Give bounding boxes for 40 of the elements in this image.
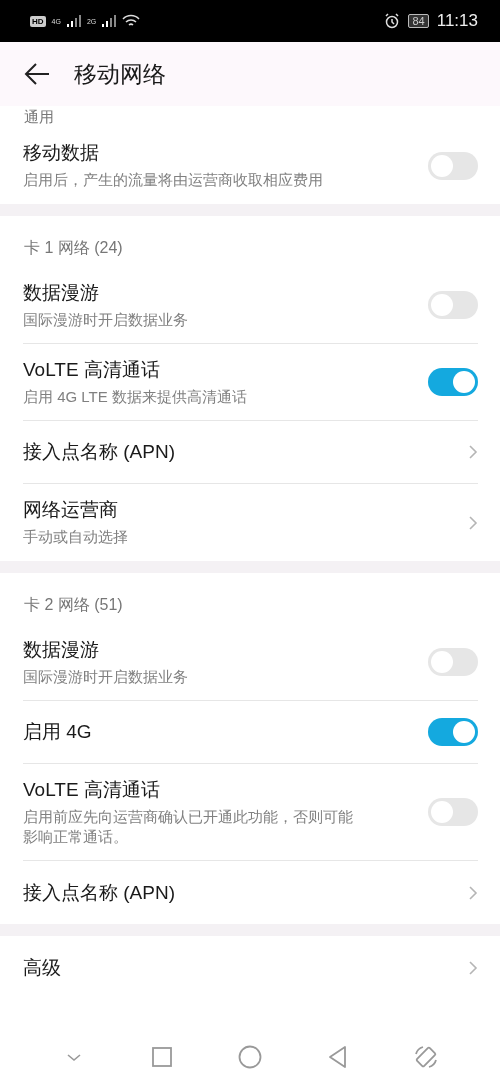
setting-description: 启用前应先向运营商确认已开通此功能，否则可能影响正常通话。	[23, 806, 354, 847]
setting-title[interactable]: 接入点名称 (APN)	[23, 439, 398, 465]
setting-title[interactable]: 数据漫游	[23, 279, 358, 306]
page-title: 移动网络	[74, 59, 166, 89]
section-header: 卡 2 网络 (51)	[23, 595, 124, 615]
setting-title[interactable]: 网络运营商	[23, 497, 398, 524]
battery-level: 84	[408, 14, 429, 28]
setting-title[interactable]: 数据漫游	[23, 636, 358, 663]
setting-description: 国际漫游时开启数据业务	[23, 309, 189, 330]
setting-title[interactable]: 接入点名称 (APN)	[23, 879, 398, 906]
setting-title[interactable]: 移动数据	[23, 140, 358, 167]
toggle-switch[interactable]	[428, 648, 478, 676]
rotate-icon[interactable]	[413, 1043, 439, 1070]
home-icon[interactable]	[237, 1043, 263, 1070]
toggle-switch[interactable]	[428, 368, 478, 396]
section-header: 卡 1 网络 (24)	[23, 238, 124, 258]
wifi-icon	[122, 14, 141, 28]
setting-description: 手动或自动选择	[23, 527, 129, 548]
toggle-switch[interactable]	[428, 291, 478, 319]
setting-title[interactable]: 高级	[23, 954, 398, 981]
toggle-switch[interactable]	[428, 718, 478, 746]
clock: 11:13	[436, 11, 478, 31]
alarm-icon	[384, 13, 401, 29]
hd-indicator: HD	[30, 15, 46, 27]
toggle-switch[interactable]	[428, 151, 478, 180]
back-icon[interactable]	[24, 61, 50, 87]
toggle-switch[interactable]	[428, 798, 478, 826]
setting-description: 国际漫游时开启数据业务	[23, 666, 189, 687]
chevron-right-icon	[468, 959, 478, 976]
chevron-right-icon	[468, 444, 478, 460]
setting-title[interactable]: VoLTE 高清通话	[23, 776, 358, 803]
section-header: 通用	[23, 107, 55, 127]
setting-title[interactable]: 启用 4G	[23, 719, 358, 745]
setting-description: 启用 4G LTE 数据来提供高清通话	[23, 386, 248, 407]
chevron-right-icon	[468, 884, 478, 901]
setting-title[interactable]: VoLTE 高清通话	[23, 356, 358, 383]
signal-icon	[66, 15, 81, 27]
chevron-right-icon	[468, 514, 478, 531]
setting-description: 启用后，产生的流量将由运营商收取相应费用	[23, 170, 324, 191]
signal-icon	[102, 15, 117, 27]
